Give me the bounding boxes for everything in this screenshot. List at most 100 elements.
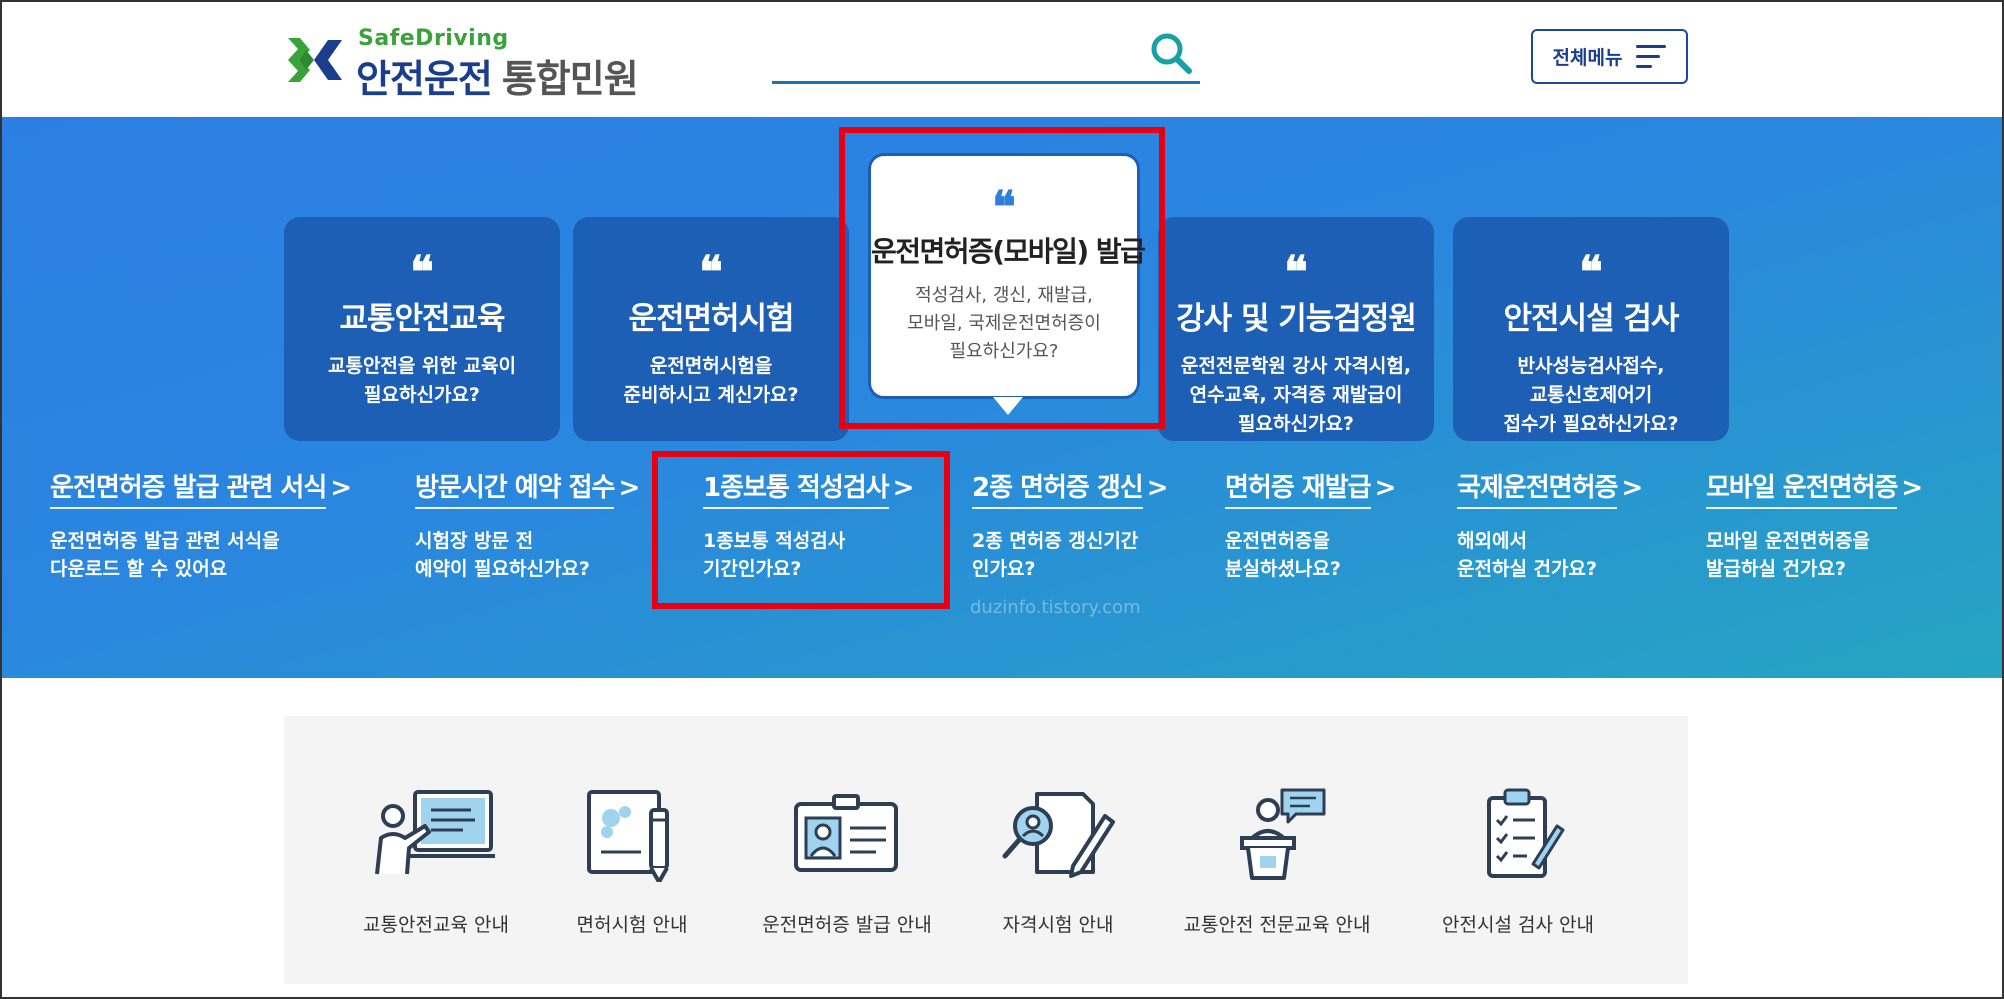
service-license-issuance-guide[interactable]: 운전면허증 발급 안내 <box>732 786 962 937</box>
card-desc-line: 운전면허시험을 <box>649 355 773 377</box>
card-description: 적성검사, 갱신, 재발급, 모바일, 국제운전면허증이 필요하신가요? <box>871 282 1137 366</box>
quick-link-visit-reservation[interactable]: 방문시간 예약 접수 > 시험장 방문 전 예약이 필요하신가요? <box>415 467 640 583</box>
quick-link-international-license[interactable]: 국제운전면허증 > 해외에서 운전하실 건가요? <box>1457 467 1643 583</box>
card-desc-line: 교통신호제어기 <box>1529 384 1653 406</box>
quick-link-desc-line: 해외에서 <box>1457 530 1527 552</box>
site-logo[interactable]: SafeDriving 안전운전 통합민원 <box>284 26 644 101</box>
card-description: 반사성능검사접수, 교통신호제어기 접수가 필요하신가요? <box>1453 352 1729 439</box>
service-label: 면허시험 안내 <box>576 914 688 936</box>
podium-speaker-icon <box>1240 788 1326 880</box>
card-desc-line: 필요하신가요? <box>949 341 1059 362</box>
card-description: 운전전문학원 강사 자격시험, 연수교육, 자격증 재발급이 필요하신가요? <box>1158 352 1434 439</box>
quote-icon: ❝ <box>699 247 723 298</box>
quick-link-description: 운전면허증 발급 관련 서식을 다운로드 할 수 있어요 <box>50 527 352 583</box>
full-menu-label: 전체메뉴 <box>1552 47 1623 69</box>
quote-icon: ❝ <box>992 182 1016 233</box>
chevron-right-icon: > <box>330 473 353 503</box>
chevron-right-icon: > <box>1901 473 1924 503</box>
full-menu-button[interactable]: 전체메뉴 <box>1531 29 1688 84</box>
card-desc-line: 운전전문학원 강사 자격시험, <box>1180 355 1412 377</box>
card-description: 교통안전을 위한 교육이 필요하신가요? <box>284 352 560 410</box>
card-desc-line: 접수가 필요하신가요? <box>1503 413 1679 435</box>
quick-link-title: 모바일 운전면허증 <box>1706 467 1898 509</box>
logo-mark-icon <box>288 38 342 82</box>
quick-link-title: 국제운전면허증 <box>1457 467 1618 509</box>
chevron-right-icon: > <box>1146 473 1169 503</box>
card-title: 강사 및 기능검정원 <box>1176 301 1417 337</box>
service-license-exam-guide[interactable]: 면허시험 안내 <box>517 786 747 937</box>
checklist-clipboard-icon <box>1487 788 1565 878</box>
quick-link-class2-renewal[interactable]: 2종 면허증 갱신 > 2종 면허증 갱신기간 인가요? <box>972 467 1169 583</box>
quick-link-title: 운전면허증 발급 관련 서식 <box>50 467 327 509</box>
watermark-text: duzinfo.tistory.com <box>970 597 1141 618</box>
certificate-search-icon <box>1002 792 1115 878</box>
card-title: 운전면허시험 <box>628 301 794 337</box>
service-qualification-exam-guide[interactable]: 자격시험 안내 <box>943 786 1173 937</box>
chevron-right-icon: > <box>892 473 915 503</box>
quick-link-desc-line: 운전면허증 발급 관련 서식을 <box>50 530 280 552</box>
service-label: 자격시험 안내 <box>1002 914 1114 936</box>
card-safety-facility-inspection[interactable]: ❝ 안전시설 검사 반사성능검사접수, 교통신호제어기 접수가 필요하신가요? <box>1453 217 1729 441</box>
quick-link-title: 방문시간 예약 접수 <box>415 467 615 509</box>
quote-icon: ❝ <box>410 247 434 298</box>
card-title: 운전면허증(모바일) 발급 <box>871 235 1146 268</box>
logo-title-main: 안전운전 <box>356 57 493 101</box>
exam-document-icon <box>587 790 669 882</box>
card-desc-line: 준비하시고 계신가요? <box>623 384 799 406</box>
quick-link-class1-aptitude-test[interactable]: 1종보통 적성검사 > 1종보통 적성검사 기간인가요? <box>703 467 914 583</box>
card-license-exam[interactable]: ❝ 운전면허시험 운전면허시험을 준비하시고 계신가요? <box>573 217 849 441</box>
quick-link-desc-line: 운전하실 건가요? <box>1457 558 1597 580</box>
search-input[interactable] <box>772 34 1132 74</box>
quick-link-license-forms[interactable]: 운전면허증 발급 관련 서식 > 운전면허증 발급 관련 서식을 다운로드 할 수… <box>50 467 352 583</box>
service-safety-facility-inspection-guide[interactable]: 안전시설 검사 안내 <box>1403 786 1633 937</box>
search-icon[interactable] <box>1148 30 1194 76</box>
service-label: 운전면허증 발급 안내 <box>762 914 932 936</box>
quick-link-desc-line: 다운로드 할 수 있어요 <box>50 558 228 580</box>
quick-link-desc-line: 1종보통 적성검사 <box>703 530 846 552</box>
quick-link-title: 2종 면허증 갱신 <box>972 467 1144 509</box>
service-label: 교통안전 전문교육 안내 <box>1183 914 1371 936</box>
speech-bubble-tail <box>993 397 1023 415</box>
quick-link-desc-line: 운전면허증을 <box>1225 530 1330 552</box>
card-desc-line: 필요하신가요? <box>1238 413 1354 435</box>
search-bar <box>772 28 1200 84</box>
id-card-icon <box>794 794 898 872</box>
card-traffic-safety-education[interactable]: ❝ 교통안전교육 교통안전을 위한 교육이 필요하신가요? <box>284 217 560 441</box>
logo-title-light: 통합민원 <box>501 57 639 101</box>
quick-link-description: 시험장 방문 전 예약이 필요하신가요? <box>415 527 640 583</box>
quick-link-mobile-license[interactable]: 모바일 운전면허증 > 모바일 운전면허증을 발급하실 건가요? <box>1706 467 1923 583</box>
card-instructor-examiner[interactable]: ❝ 강사 및 기능검정원 운전전문학원 강사 자격시험, 연수교육, 자격증 재… <box>1158 217 1434 441</box>
lecture-icon <box>375 790 495 875</box>
logo-title: 안전운전 통합민원 <box>356 48 639 103</box>
card-desc-line: 필요하신가요? <box>364 384 480 406</box>
quick-link-desc-line: 2종 면허증 갱신기간 <box>972 530 1139 552</box>
service-label: 안전시설 검사 안내 <box>1442 914 1594 936</box>
service-professional-education-guide[interactable]: 교통안전 전문교육 안내 <box>1162 786 1392 937</box>
chevron-right-icon: > <box>618 473 641 503</box>
quick-link-description: 2종 면허증 갱신기간 인가요? <box>972 527 1169 583</box>
quick-link-title: 면허증 재발급 <box>1225 467 1372 509</box>
quick-link-license-reissue[interactable]: 면허증 재발급 > 운전면허증을 분실하셨나요? <box>1225 467 1396 583</box>
quick-link-description: 1종보통 적성검사 기간인가요? <box>703 527 914 583</box>
chevron-right-icon: > <box>1621 473 1644 503</box>
card-desc-line: 연수교육, 자격증 재발급이 <box>1189 384 1403 406</box>
quote-icon: ❝ <box>1284 247 1308 298</box>
service-guide-section: 교통안전교육 안내 면허시험 안내 운전면허증 발급 안내 자격시험 안내 교통… <box>284 716 1688 984</box>
hero-section: ❝ 교통안전교육 교통안전을 위한 교육이 필요하신가요? ❝ 운전면허시험 운… <box>0 117 2004 678</box>
card-description: 운전면허시험을 준비하시고 계신가요? <box>573 352 849 410</box>
card-desc-line: 적성검사, 갱신, 재발급, <box>915 285 1093 306</box>
quick-link-description: 해외에서 운전하실 건가요? <box>1457 527 1643 583</box>
card-desc-line: 교통안전을 위한 교육이 <box>327 355 517 377</box>
quick-link-desc-line: 인가요? <box>972 558 1036 580</box>
quick-link-description: 모바일 운전면허증을 발급하실 건가요? <box>1706 527 1923 583</box>
quick-link-description: 운전면허증을 분실하셨나요? <box>1225 527 1396 583</box>
quick-link-desc-line: 분실하셨나요? <box>1225 558 1341 580</box>
card-desc-line: 모바일, 국제운전면허증이 <box>907 313 1101 334</box>
card-license-issuance-featured[interactable]: ❝ 운전면허증(모바일) 발급 적성검사, 갱신, 재발급, 모바일, 국제운전… <box>868 153 1146 399</box>
chevron-right-icon: > <box>1374 473 1397 503</box>
quick-link-desc-line: 모바일 운전면허증을 <box>1706 530 1870 552</box>
card-desc-line: 반사성능검사접수, <box>1517 355 1665 377</box>
quick-link-desc-line: 기간인가요? <box>703 558 802 580</box>
quote-icon: ❝ <box>1579 247 1603 298</box>
card-title: 안전시설 검사 <box>1503 301 1680 337</box>
